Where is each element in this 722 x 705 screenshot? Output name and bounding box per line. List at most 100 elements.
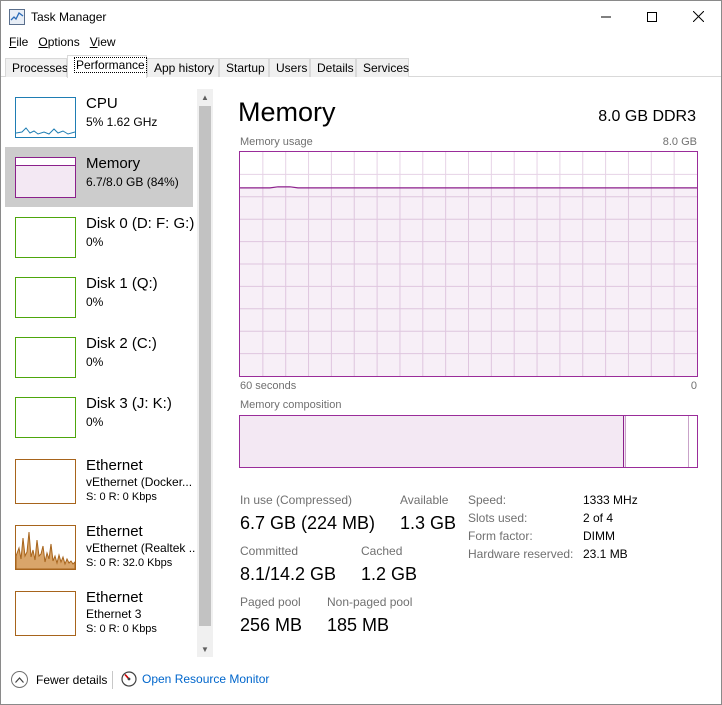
panel-title: Memory (238, 97, 336, 127)
close-button[interactable] (675, 1, 721, 32)
resource-title: Ethernet (86, 523, 143, 540)
bottom-bar: Fewer details Open Resource Monitor (1, 663, 721, 703)
resource-title: CPU (86, 95, 118, 112)
resource-title: Disk 0 (D: F: G:) (86, 215, 195, 232)
resource-item-disk-3[interactable]: Disk 3 (J: K:) 0% (5, 387, 193, 447)
available-value: 1.3 GB (400, 513, 457, 533)
scroll-up-arrow[interactable]: ▲ (197, 89, 213, 105)
resource-title: Disk 2 (C:) (86, 335, 157, 352)
open-resource-monitor-label: Open Resource Monitor (142, 672, 270, 686)
memory-usage-max: 8.0 GB (662, 136, 697, 148)
composition-standby-divider (688, 416, 689, 467)
ethernet-thumbnail (15, 591, 76, 636)
tab-strip: Processes Performance App history Startu… (1, 55, 721, 78)
resource-subtitle: 0% (86, 235, 104, 249)
usage-area (240, 187, 697, 376)
composition-in-use (240, 416, 624, 467)
disk-thumbnail (15, 337, 76, 378)
menu-file[interactable]: File (4, 35, 33, 49)
disk-thumbnail (15, 217, 76, 258)
resource-throughput: S: 0 R: 0 Kbps (86, 623, 157, 635)
window-title: Task Manager (31, 9, 107, 24)
resource-subtitle: 0% (86, 355, 104, 369)
tab-startup[interactable]: Startup (219, 58, 269, 77)
resource-item-memory[interactable]: Memory 6.7/8.0 GB (84%) (5, 147, 193, 207)
memory-usage-plot (240, 152, 697, 376)
resource-subtitle: vEthernet (Docker... (86, 475, 193, 489)
memory-usage-graph (239, 151, 698, 377)
paged-pool-label: Paged pool (240, 595, 301, 609)
memory-spec: 8.0 GB DDR3 (598, 108, 696, 125)
available-label: Available (400, 493, 449, 507)
resource-subtitle: vEthernet (Realtek ... (86, 541, 195, 555)
resource-title: Disk 3 (J: K:) (86, 395, 172, 412)
slots-used-label: Slots used: (468, 511, 528, 525)
in-use-value: 6.7 GB (224 MB) (240, 513, 376, 533)
tab-performance[interactable]: Performance (67, 55, 147, 78)
task-manager-icon (9, 8, 25, 25)
non-paged-pool-value: 185 MB (327, 615, 390, 635)
resource-title: Ethernet (86, 589, 143, 606)
speed-label: Speed: (468, 493, 507, 507)
cached-label: Cached (361, 544, 403, 558)
resource-subtitle: 5% 1.62 GHz (86, 115, 158, 129)
memory-usage-label: Memory usage (240, 136, 313, 148)
menu-options[interactable]: Options (33, 35, 84, 49)
resource-item-disk-0[interactable]: Disk 0 (D: F: G:) 0% (5, 207, 195, 267)
committed-label: Committed (240, 544, 299, 558)
menu-bar: File Options View (1, 32, 121, 52)
in-use-label: In use (Compressed) (240, 493, 353, 507)
hardware-reserved-label: Hardware reserved: (468, 547, 574, 561)
resource-item-disk-2[interactable]: Disk 2 (C:) 0% (5, 327, 193, 387)
ethernet-thumbnail (15, 525, 76, 570)
resource-subtitle: 0% (86, 295, 104, 309)
cpu-thumbnail (15, 97, 76, 138)
paged-pool-value: 256 MB (240, 615, 303, 635)
resource-title: Ethernet (86, 457, 143, 474)
speed-value: 1333 MHz (583, 493, 638, 507)
composition-modified (624, 416, 626, 467)
resource-title: Memory (86, 155, 141, 172)
ethernet-thumbnail (15, 459, 76, 504)
bottom-separator (112, 671, 113, 689)
form-factor-value: DIMM (583, 529, 615, 543)
resource-list: CPU 5% 1.62 GHz Memory 6.7/8.0 GB (84%) … (5, 87, 195, 657)
scroll-down-arrow[interactable]: ▼ (197, 641, 213, 657)
tab-details[interactable]: Details (310, 58, 356, 77)
tab-services[interactable]: Services (356, 58, 409, 77)
fewer-details-button[interactable]: Fewer details (11, 671, 107, 688)
tab-processes[interactable]: Processes (5, 58, 68, 77)
resource-subtitle: 0% (86, 415, 104, 429)
disk-thumbnail (15, 277, 76, 318)
resource-subtitle: 6.7/8.0 GB (84%) (86, 175, 179, 189)
cached-value: 1.2 GB (361, 564, 418, 584)
resource-item-ethernet-realtek[interactable]: Ethernet vEthernet (Realtek ... S: 0 R: … (5, 517, 195, 583)
resource-item-disk-1[interactable]: Disk 1 (Q:) 0% (5, 267, 193, 327)
resource-list-scrollbar[interactable]: ▲ ▼ (197, 89, 213, 657)
resource-throughput: S: 0 R: 32.0 Kbps (86, 557, 173, 569)
chevron-up-icon (11, 671, 28, 688)
tab-app-history[interactable]: App history (147, 58, 219, 77)
time-axis-end: 0 (690, 380, 697, 392)
time-axis-start: 60 seconds (240, 380, 297, 392)
tab-users[interactable]: Users (269, 58, 310, 77)
committed-value: 8.1/14.2 GB (240, 564, 337, 584)
fewer-details-label: Fewer details (36, 672, 108, 687)
scrollbar-thumb[interactable] (199, 106, 211, 626)
task-manager-window: Task Manager File Options View Processes… (0, 0, 722, 705)
form-factor-label: Form factor: (468, 529, 533, 543)
open-resource-monitor-link[interactable]: Open Resource Monitor (121, 671, 269, 687)
minimize-button[interactable] (583, 1, 629, 32)
memory-composition-label: Memory composition (240, 399, 342, 411)
slots-used-value: 2 of 4 (583, 511, 614, 525)
resource-item-ethernet-docker[interactable]: Ethernet vEthernet (Docker... S: 0 R: 0 … (5, 451, 193, 517)
title-bar[interactable]: Task Manager (1, 1, 721, 32)
memory-thumbnail (15, 157, 76, 198)
resource-item-ethernet-3[interactable]: Ethernet Ethernet 3 S: 0 R: 0 Kbps (5, 583, 193, 649)
resource-subtitle: Ethernet 3 (86, 607, 142, 621)
maximize-button[interactable] (629, 1, 675, 32)
menu-view[interactable]: View (85, 35, 121, 49)
resource-monitor-icon (121, 671, 137, 687)
resource-item-cpu[interactable]: CPU 5% 1.62 GHz (5, 87, 193, 147)
resource-title: Disk 1 (Q:) (86, 275, 158, 292)
